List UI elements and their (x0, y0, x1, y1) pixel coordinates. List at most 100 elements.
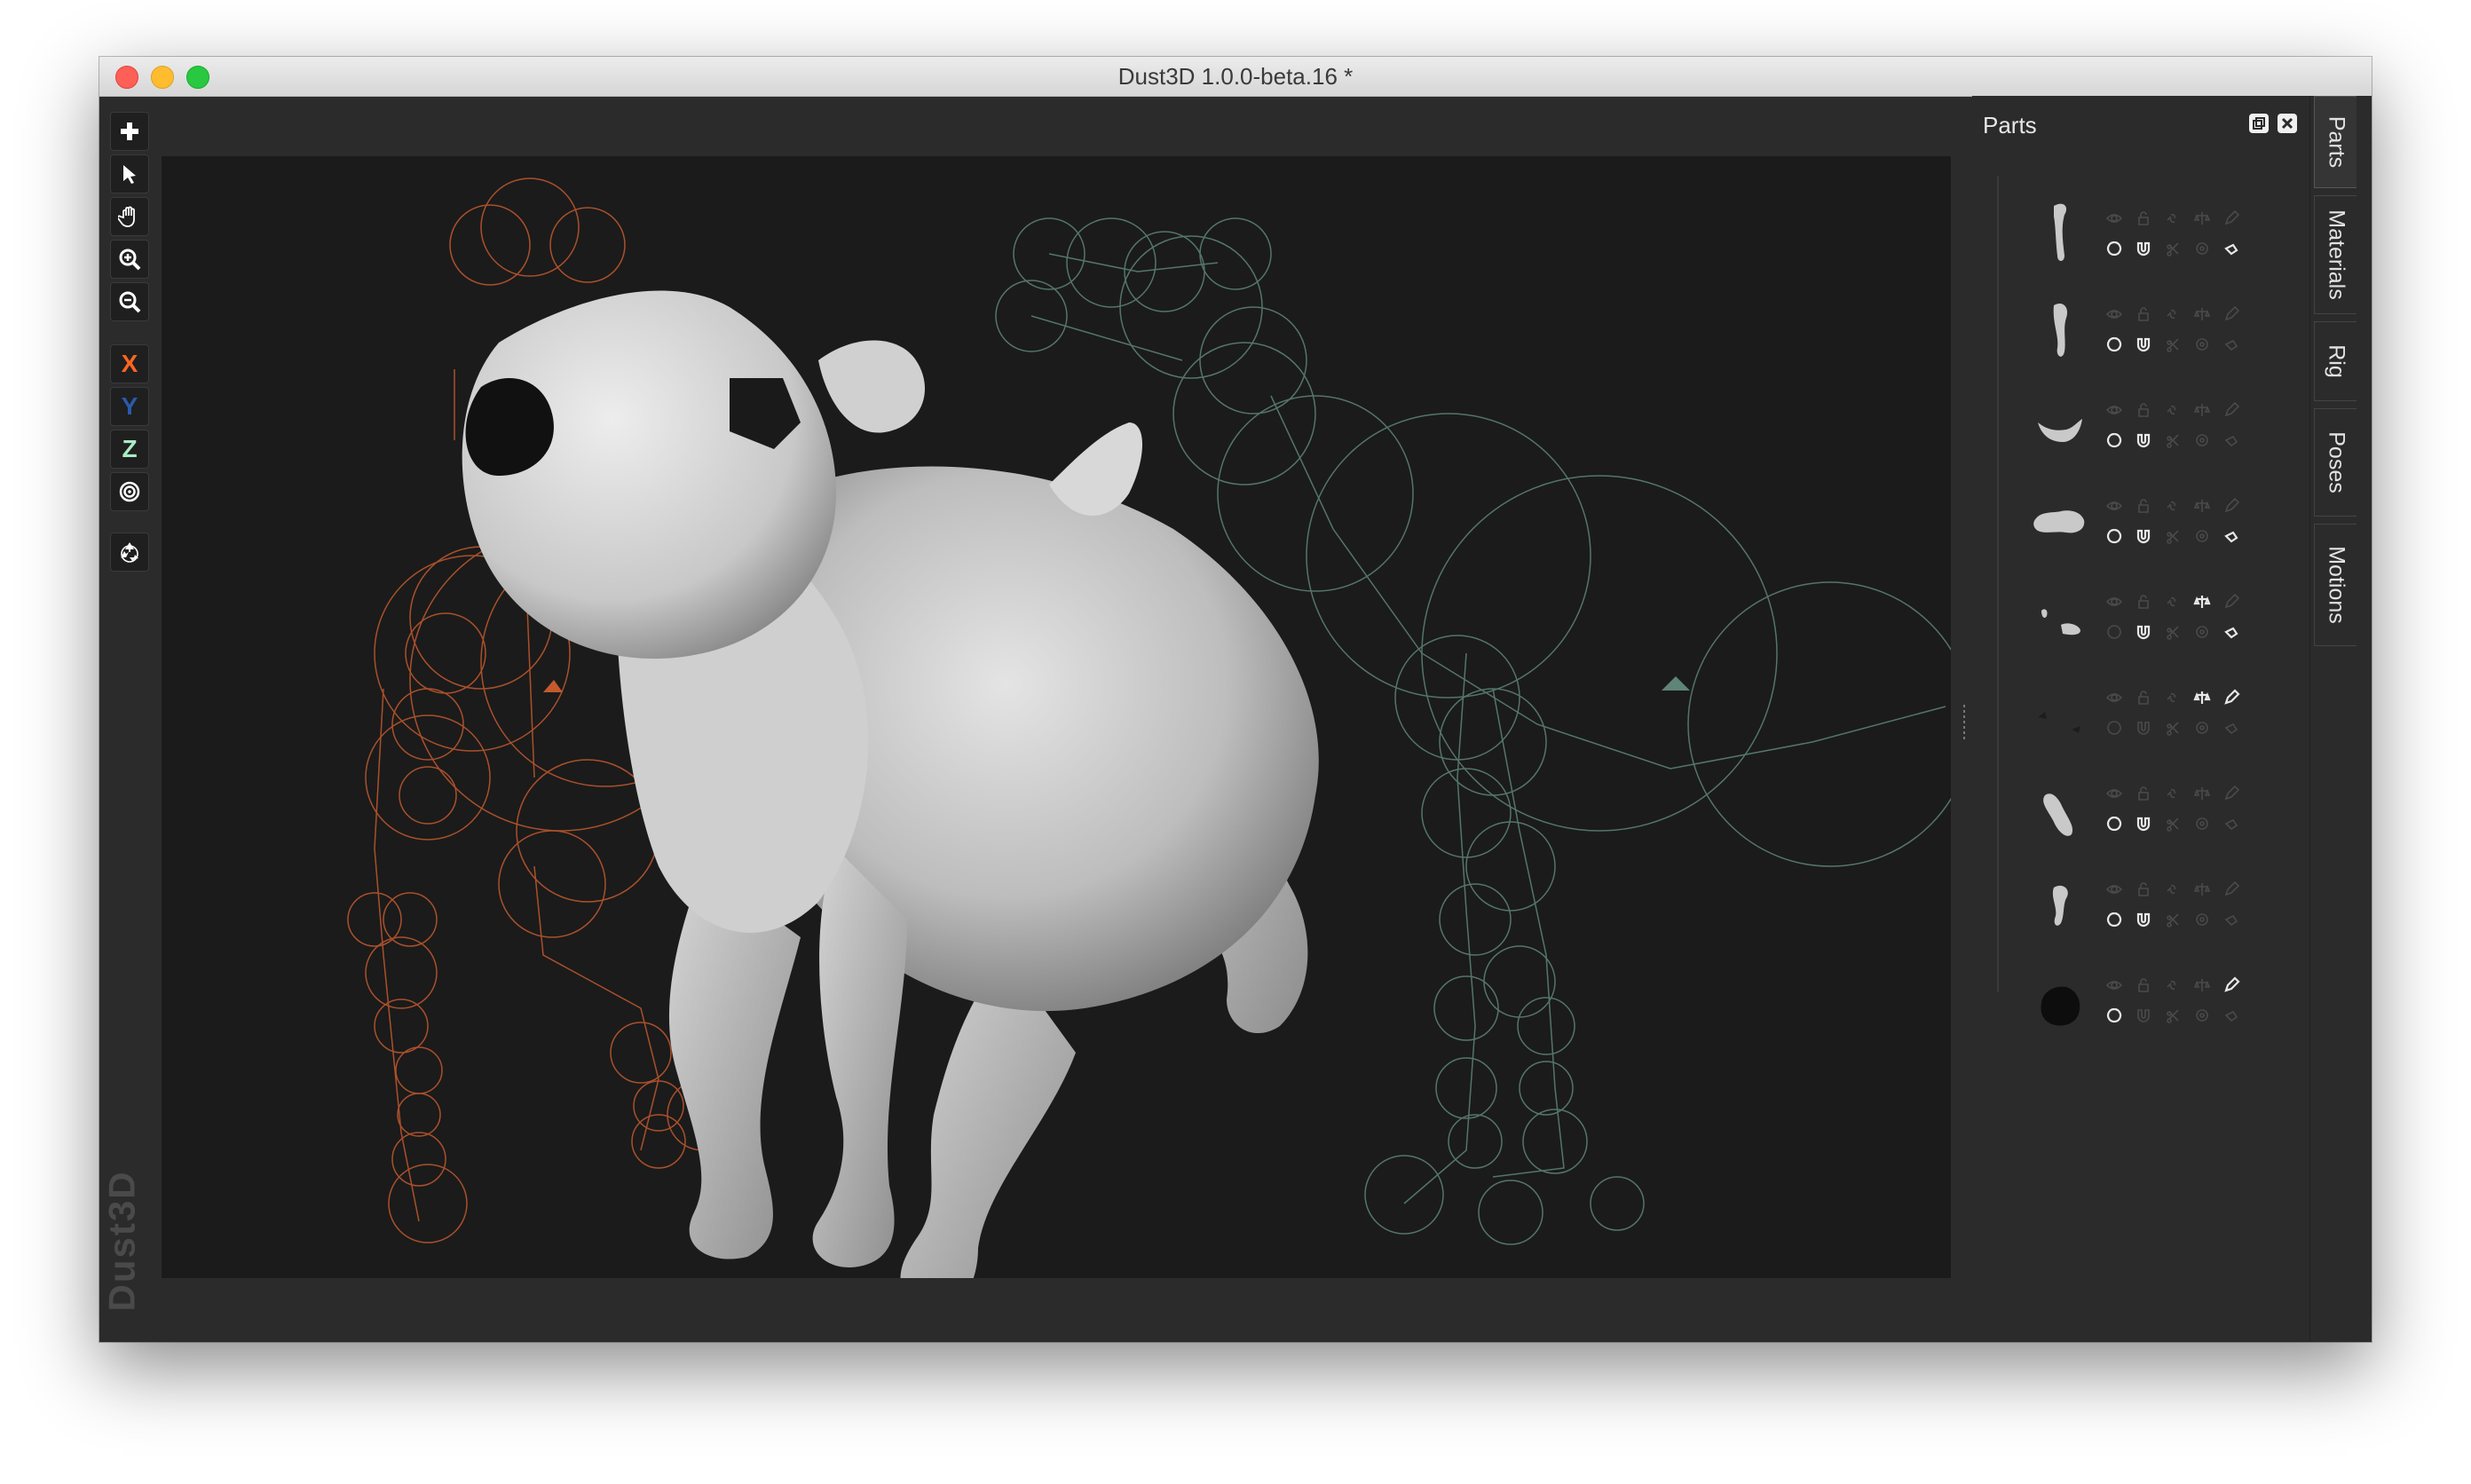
gear-toggle[interactable] (2193, 719, 2211, 737)
balance-toggle[interactable] (2193, 593, 2211, 611)
circle-toggle[interactable] (2105, 623, 2123, 641)
part-row[interactable] (1999, 960, 2301, 1053)
part-row[interactable] (1999, 769, 2301, 861)
balance-toggle[interactable] (2193, 880, 2211, 898)
pencil-toggle[interactable] (2222, 209, 2240, 227)
hand-toggle[interactable] (2222, 719, 2240, 737)
circle-toggle[interactable] (2105, 240, 2123, 257)
circle-toggle[interactable] (2105, 911, 2123, 928)
tab-rig[interactable]: Rig (2314, 321, 2357, 401)
pencil-toggle[interactable] (2222, 880, 2240, 898)
scissors-toggle[interactable] (2164, 815, 2182, 833)
model-viewport[interactable] (162, 156, 1973, 1312)
panel-close-button[interactable] (2278, 114, 2297, 133)
magnet-toggle[interactable] (2135, 911, 2152, 928)
zoom-out-button[interactable] (110, 282, 149, 321)
regenerate-button[interactable] (110, 533, 149, 572)
zoom-in-button[interactable] (110, 240, 149, 279)
circle-toggle[interactable] (2105, 335, 2123, 353)
part-row[interactable] (1999, 289, 2301, 382)
pencil-toggle[interactable] (2222, 497, 2240, 515)
hand-toggle[interactable] (2222, 240, 2240, 257)
balance-toggle[interactable] (2193, 401, 2211, 419)
link-toggle[interactable] (2164, 593, 2182, 611)
circle-toggle[interactable] (2105, 1006, 2123, 1024)
link-toggle[interactable] (2164, 401, 2182, 419)
hand-toggle[interactable] (2222, 527, 2240, 545)
magnet-toggle[interactable] (2135, 719, 2152, 737)
gear-toggle[interactable] (2193, 527, 2211, 545)
balance-toggle[interactable] (2193, 497, 2211, 515)
panel-float-button[interactable] (2249, 114, 2269, 133)
gear-toggle[interactable] (2193, 623, 2211, 641)
link-toggle[interactable] (2164, 689, 2182, 706)
eye-toggle[interactable] (2105, 785, 2123, 802)
eye-toggle[interactable] (2105, 689, 2123, 706)
part-row[interactable] (1999, 193, 2301, 286)
balance-toggle[interactable] (2193, 976, 2211, 994)
magnet-toggle[interactable] (2135, 815, 2152, 833)
part-row[interactable] (1999, 385, 2301, 478)
front-view-anchor-marker[interactable] (543, 680, 563, 692)
link-toggle[interactable] (2164, 209, 2182, 227)
lock-toggle[interactable] (2135, 880, 2152, 898)
add-button[interactable] (110, 112, 149, 151)
balance-toggle[interactable] (2193, 209, 2211, 227)
hand-toggle[interactable] (2222, 431, 2240, 449)
x-mirror-button[interactable]: X (110, 344, 149, 383)
link-toggle[interactable] (2164, 785, 2182, 802)
link-toggle[interactable] (2164, 305, 2182, 323)
circle-toggle[interactable] (2105, 815, 2123, 833)
tab-motions[interactable]: Motions (2314, 524, 2357, 646)
scissors-toggle[interactable] (2164, 623, 2182, 641)
lock-toggle[interactable] (2135, 209, 2152, 227)
gear-toggle[interactable] (2193, 1006, 2211, 1024)
pencil-toggle[interactable] (2222, 593, 2240, 611)
part-row[interactable] (1999, 577, 2301, 669)
link-toggle[interactable] (2164, 497, 2182, 515)
pencil-toggle[interactable] (2222, 401, 2240, 419)
tab-poses[interactable]: Poses (2314, 408, 2357, 517)
part-row[interactable] (1999, 864, 2301, 957)
eye-toggle[interactable] (2105, 497, 2123, 515)
part-row[interactable] (1999, 673, 2301, 765)
balance-toggle[interactable] (2193, 689, 2211, 706)
eye-toggle[interactable] (2105, 401, 2123, 419)
panel-splitter-handle[interactable] (1962, 705, 1967, 740)
hand-toggle[interactable] (2222, 335, 2240, 353)
pencil-toggle[interactable] (2222, 785, 2240, 802)
balance-toggle[interactable] (2193, 785, 2211, 802)
pencil-toggle[interactable] (2222, 689, 2240, 706)
magnet-toggle[interactable] (2135, 240, 2152, 257)
gear-toggle[interactable] (2193, 431, 2211, 449)
scissors-toggle[interactable] (2164, 335, 2182, 353)
gear-toggle[interactable] (2193, 911, 2211, 928)
part-row[interactable] (1999, 481, 2301, 573)
scissors-toggle[interactable] (2164, 911, 2182, 928)
link-toggle[interactable] (2164, 880, 2182, 898)
lock-toggle[interactable] (2135, 401, 2152, 419)
hand-toggle[interactable] (2222, 815, 2240, 833)
z-mirror-button[interactable]: Z (110, 430, 149, 469)
magnet-toggle[interactable] (2135, 623, 2152, 641)
dog-model[interactable] (462, 290, 1319, 1312)
magnet-toggle[interactable] (2135, 527, 2152, 545)
lock-toggle[interactable] (2135, 785, 2152, 802)
scissors-toggle[interactable] (2164, 240, 2182, 257)
balance-toggle[interactable] (2193, 305, 2211, 323)
y-mirror-button[interactable]: Y (110, 387, 149, 426)
tab-materials[interactable]: Materials (2314, 195, 2357, 314)
hand-toggle[interactable] (2222, 911, 2240, 928)
hand-toggle[interactable] (2222, 623, 2240, 641)
gear-toggle[interactable] (2193, 335, 2211, 353)
magnet-toggle[interactable] (2135, 335, 2152, 353)
eye-toggle[interactable] (2105, 305, 2123, 323)
tab-parts[interactable]: Parts (2314, 96, 2357, 188)
circle-toggle[interactable] (2105, 527, 2123, 545)
scissors-toggle[interactable] (2164, 1006, 2182, 1024)
scissors-toggle[interactable] (2164, 719, 2182, 737)
lock-toggle[interactable] (2135, 305, 2152, 323)
eye-toggle[interactable] (2105, 209, 2123, 227)
radial-mirror-button[interactable] (110, 472, 149, 511)
scissors-toggle[interactable] (2164, 431, 2182, 449)
